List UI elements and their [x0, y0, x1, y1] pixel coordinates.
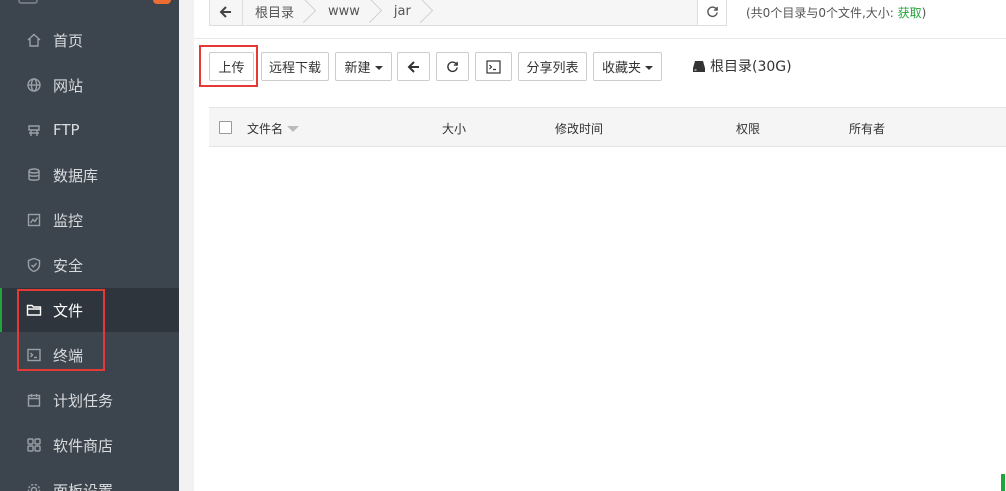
terminal-icon — [486, 59, 501, 74]
logo-icon — [18, 0, 38, 4]
sidebar-item-cron[interactable]: 计划任务 — [0, 378, 179, 422]
sidebar-item-label: 软件商店 — [53, 436, 114, 455]
favorites-dropdown-button[interactable]: 收藏夹 — [593, 52, 662, 81]
arrow-left-icon — [407, 60, 419, 73]
notification-badge — [153, 0, 171, 4]
refresh-button[interactable] — [436, 52, 469, 81]
column-filename[interactable]: 文件名 — [247, 120, 300, 137]
sidebar-item-ftp[interactable]: FTP — [0, 108, 179, 152]
sidebar-item-database[interactable]: 数据库 — [0, 153, 179, 197]
breadcrumb-back-button[interactable] — [210, 0, 243, 25]
file-table-header: 文件名 大小 修改时间 权限 所有者 — [209, 107, 1006, 147]
monitor-icon — [26, 212, 42, 228]
remote-download-button[interactable]: 远程下载 — [261, 52, 329, 81]
sidebar-item-label: 监控 — [53, 211, 84, 230]
breadcrumb: 根目录 www jar — [209, 0, 698, 26]
sidebar-item-monitor[interactable]: 监控 — [0, 198, 179, 242]
calendar-icon — [26, 392, 42, 408]
sidebar: 首页 网站 FTP 数据库 监控 安全 文件 终端 计划任务 软件商店 面板设置 — [0, 0, 179, 491]
chevron-down-icon — [374, 65, 383, 70]
breadcrumb-item-root[interactable]: 根目录 — [243, 0, 316, 25]
sidebar-item-website[interactable]: 网站 — [0, 63, 179, 107]
highlight-upload — [199, 45, 258, 87]
column-permissions[interactable]: 权限 — [736, 120, 760, 137]
file-manager-panel: 根目录 www jar (共0个目录与0个文件,大小: 获取) 上传 远程下载 … — [194, 0, 1006, 491]
sidebar-item-settings[interactable]: 面板设置 — [0, 468, 179, 491]
sidebar-item-label: FTP — [53, 121, 80, 139]
file-list-empty — [209, 148, 1006, 491]
select-all-checkbox[interactable] — [219, 121, 232, 134]
sidebar-item-label: 网站 — [53, 76, 84, 95]
shield-icon — [26, 257, 42, 273]
refresh-icon — [706, 6, 718, 18]
sidebar-item-home[interactable]: 首页 — [0, 18, 179, 62]
terminal-button[interactable] — [475, 52, 512, 81]
column-modified-time[interactable]: 修改时间 — [555, 120, 603, 137]
refresh-icon — [447, 61, 458, 73]
column-size[interactable]: 大小 — [442, 120, 466, 137]
sidebar-item-security[interactable]: 安全 — [0, 243, 179, 287]
sidebar-item-label: 计划任务 — [53, 391, 114, 410]
scrollbar-indicator[interactable] — [1001, 474, 1005, 491]
home-icon — [26, 32, 42, 48]
sidebar-item-app-store[interactable]: 软件商店 — [0, 423, 179, 467]
disk-selector[interactable]: 根目录(30G) — [692, 56, 792, 76]
path-refresh-button[interactable] — [697, 0, 727, 26]
apps-icon — [26, 437, 42, 453]
highlight-files — [17, 289, 105, 371]
breadcrumb-item-www[interactable]: www — [316, 0, 382, 25]
ftp-icon — [26, 122, 42, 138]
divider — [194, 38, 1006, 39]
disk-icon — [693, 60, 705, 72]
database-icon — [26, 167, 42, 183]
globe-icon — [26, 77, 42, 93]
breadcrumb-item-jar[interactable]: jar — [382, 0, 433, 25]
get-size-link[interactable]: 获取 — [898, 6, 922, 20]
new-dropdown-button[interactable]: 新建 — [335, 52, 392, 81]
directory-summary: (共0个目录与0个文件,大小: 获取) — [746, 6, 927, 20]
sort-desc-icon — [287, 126, 300, 132]
sidebar-item-label: 安全 — [53, 256, 84, 275]
chevron-down-icon — [645, 65, 653, 70]
column-owner[interactable]: 所有者 — [849, 120, 885, 137]
back-button[interactable] — [397, 52, 430, 81]
settings-icon — [26, 482, 42, 491]
arrow-left-icon — [219, 5, 231, 18]
share-list-button[interactable]: 分享列表 — [518, 52, 587, 81]
sidebar-item-label: 面板设置 — [53, 481, 114, 491]
sidebar-item-label: 首页 — [53, 31, 84, 50]
sidebar-item-label: 数据库 — [53, 166, 99, 185]
